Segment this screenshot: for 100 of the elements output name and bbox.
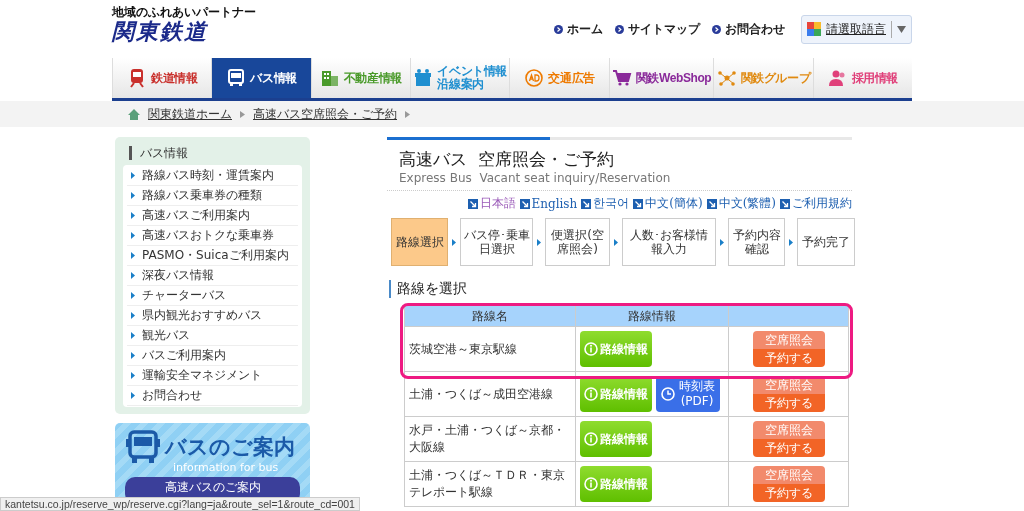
banner-title: バスのご案内 — [165, 434, 295, 461]
caret-icon — [897, 25, 906, 33]
info-icon — [584, 387, 598, 401]
triangle-icon — [131, 212, 135, 219]
triangle-icon — [131, 392, 135, 399]
google-icon — [807, 22, 821, 36]
page-subtitle: Express Bus Vacant seat inquiry/Reservation — [399, 171, 672, 185]
page-title: 高速バス 空席照会・ご予約 — [399, 148, 615, 171]
sidebar-link[interactable]: 路線バス乗車券の種類 — [142, 187, 262, 204]
sidebar-title: バス情報 — [140, 144, 188, 162]
translate-dropdown[interactable]: 請選取語言 — [801, 14, 912, 44]
header-link[interactable]: サイトマップ — [628, 20, 700, 38]
arrow-box-icon — [706, 198, 717, 209]
chevron-icon — [452, 238, 456, 246]
sidebar-link[interactable]: チャーターバス — [142, 287, 226, 304]
section-title: 路線を選択 — [389, 280, 852, 298]
chevron-icon — [240, 110, 245, 118]
table-cell: 土浦・つくば～成田空港線 — [404, 372, 576, 417]
triangle-icon — [131, 332, 135, 339]
tab-label: 鉄道情報 — [150, 71, 198, 85]
triangle-icon — [131, 372, 135, 379]
sidebar-link[interactable]: 県内観光おすすめバス — [142, 307, 262, 324]
sidebar-link[interactable]: 深夜バス情報 — [142, 267, 214, 284]
step-box: 路線選択 — [391, 218, 448, 266]
bus-icon — [125, 429, 161, 465]
arrow-box-icon — [633, 198, 644, 209]
step-box: 予約完了 — [797, 218, 855, 266]
sidebar-link[interactable]: PASMO・Suicaご利用案内 — [142, 247, 289, 264]
ad-icon — [524, 68, 545, 88]
language-link[interactable]: 中文(簡体) — [645, 195, 703, 212]
tab-label: 不動産情報 — [343, 71, 402, 85]
table-cell: 茨城空港～東京駅線 — [404, 327, 576, 372]
tab-label: イベント情報 — [437, 65, 508, 78]
language-link[interactable]: 日本語 — [479, 195, 516, 212]
chevron-icon — [614, 238, 618, 246]
sidebar-link[interactable]: バスご利用案内 — [142, 347, 226, 364]
arrow-box-icon — [519, 198, 530, 209]
triangle-icon — [131, 292, 135, 299]
language-link[interactable]: 한국어 — [593, 195, 630, 212]
bullet-icon — [712, 24, 721, 34]
sidebar-link[interactable]: 路線バス時刻・運賃案内 — [142, 167, 274, 184]
clock-icon — [661, 387, 675, 401]
cart-icon — [611, 68, 632, 88]
table-cell: 土浦・つくば～ＴＤＲ・東京テレポート駅線 — [404, 462, 576, 507]
banner-subtitle: information for bus — [173, 461, 280, 474]
network-icon — [716, 68, 737, 88]
gift-icon — [413, 68, 434, 88]
arrow-box-icon — [581, 198, 592, 209]
column-header: 路線名 — [404, 306, 576, 327]
step-box: 予約内容確認 — [728, 218, 785, 266]
chevron-icon — [720, 238, 724, 246]
tab-label: 関鉄グループ — [740, 71, 811, 85]
sidebar-link[interactable]: 高速バスおトクな乗車券 — [142, 227, 274, 244]
step-box: 人数･お客様情報入力 — [622, 218, 716, 266]
nav-tab[interactable]: バス情報 — [211, 58, 311, 98]
info-icon — [584, 342, 598, 356]
triangle-icon — [131, 232, 135, 239]
tab-label: 交通広告 — [548, 71, 595, 85]
column-header: 路線情報 — [576, 306, 729, 327]
sidebar-link[interactable]: お問合わせ — [142, 387, 202, 404]
tab-label: 関鉄WebShop — [635, 71, 712, 85]
bus-icon — [226, 68, 247, 88]
breadcrumb-link[interactable]: 高速バス空席照会・ご予約 — [253, 105, 397, 123]
home-icon — [128, 108, 140, 120]
triangle-icon — [131, 312, 135, 319]
triangle-icon — [131, 352, 135, 359]
table-cell: 水戸・土浦・つくば～京都・大阪線 — [404, 417, 576, 462]
logo[interactable]: 関東鉄道 — [112, 19, 256, 45]
info-icon — [584, 432, 598, 446]
triangle-icon — [131, 192, 135, 199]
bullet-icon — [554, 24, 563, 34]
language-link[interactable]: 中文(繁體) — [718, 195, 776, 212]
step-box: 便選択(空席照会) — [545, 218, 610, 266]
breadcrumb-link[interactable]: 関東鉄道ホーム — [148, 105, 232, 123]
bullet-icon — [615, 24, 624, 34]
arrow-box-icon — [780, 198, 790, 209]
tab-label: 採用情報 — [851, 71, 899, 85]
info-icon — [584, 477, 598, 491]
nav-tab[interactable]: 採用情報 — [812, 58, 913, 98]
triangle-icon — [131, 272, 135, 279]
nav-tab[interactable]: 関鉄WebShop — [608, 58, 714, 98]
sidebar-link[interactable]: 運輸安全マネジメント — [142, 367, 262, 384]
building-icon — [319, 68, 340, 88]
chevron-icon — [405, 110, 410, 118]
tab-label: バス情報 — [250, 71, 297, 85]
language-link[interactable]: ご利用規約 — [792, 195, 852, 212]
url-tooltip: kantetsu.co.jp/reserve_wp/reserve.cgi?lang=ja&route_sel=1&route_cd=001 — [0, 497, 360, 511]
tagline: 地域のふれあいパートナー — [112, 5, 256, 19]
header-link[interactable]: ホーム — [567, 20, 603, 38]
chevron-icon — [789, 238, 793, 246]
step-box: バス停･乗車日選択 — [460, 218, 533, 266]
tab-label: 沿線案内 — [437, 78, 484, 91]
triangle-icon — [131, 172, 135, 179]
arrow-box-icon — [467, 198, 478, 209]
triangle-icon — [131, 252, 135, 259]
nav-tab[interactable]: 鉄道情報 — [112, 58, 212, 98]
header-link[interactable]: お問合わせ — [725, 20, 785, 38]
sidebar-link[interactable]: 観光バス — [142, 327, 190, 344]
language-link[interactable]: English — [531, 196, 578, 211]
sidebar-link[interactable]: 高速バスご利用案内 — [142, 207, 250, 224]
